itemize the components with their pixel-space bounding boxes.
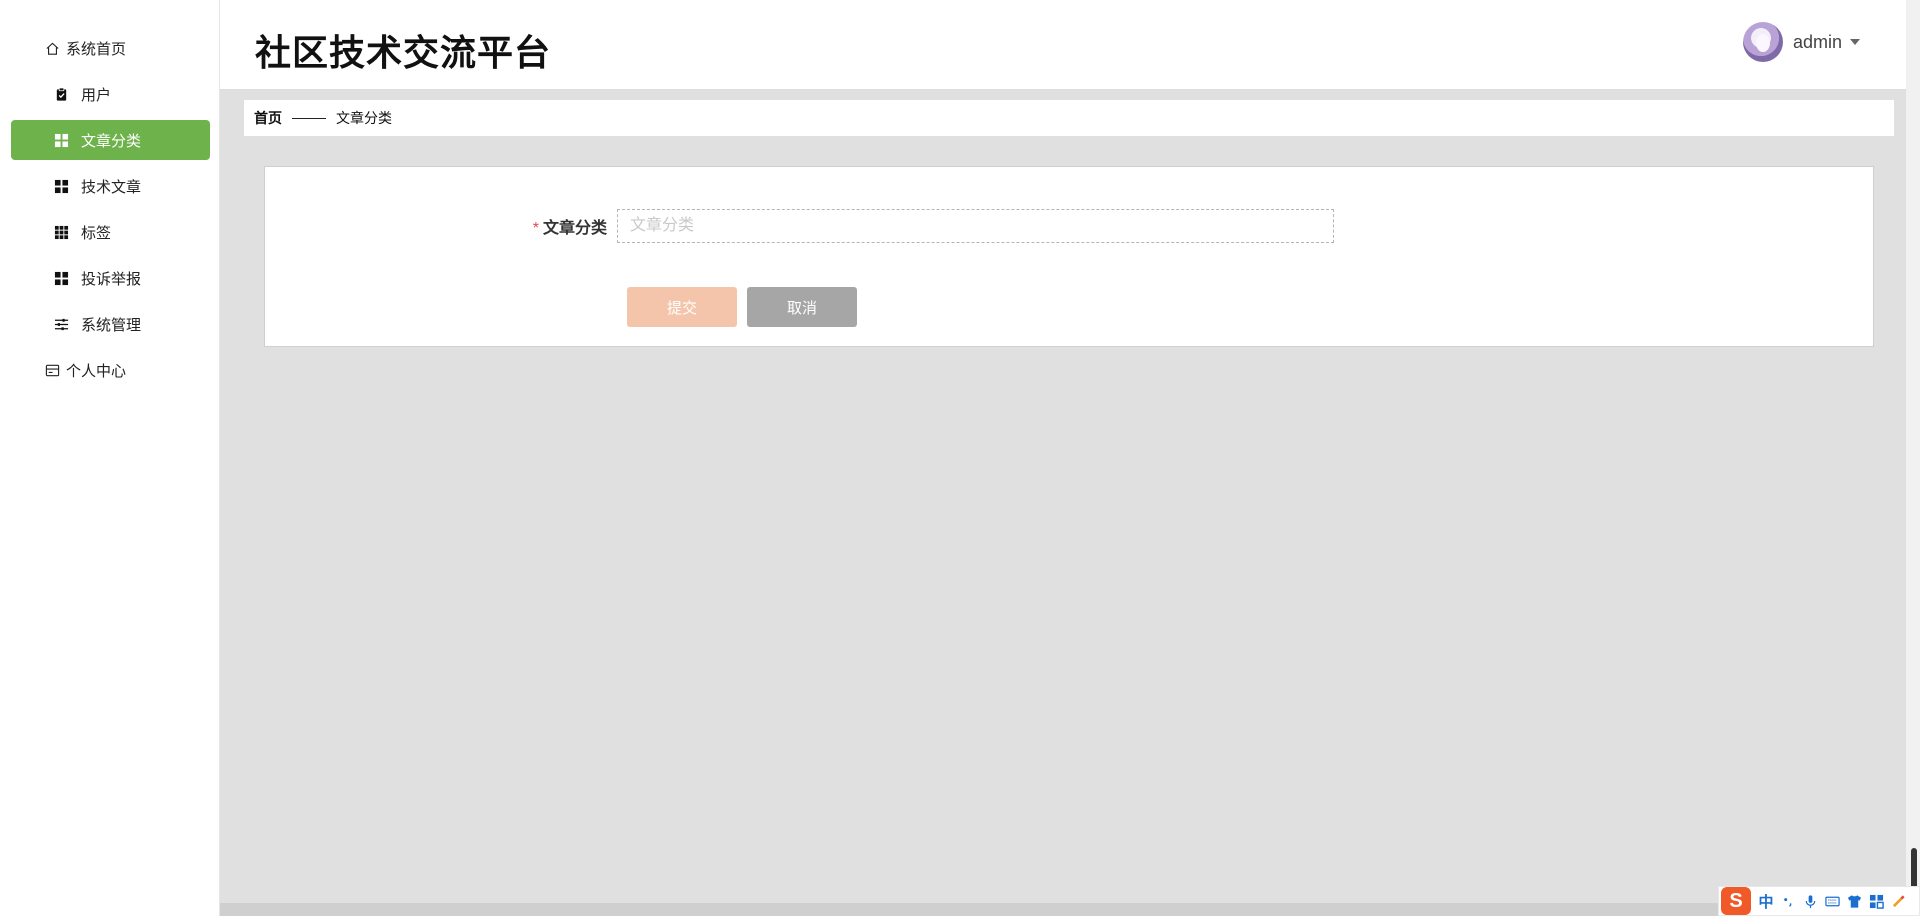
sidebar-item-personal-center[interactable]: 个人中心	[0, 350, 219, 390]
avatar	[1742, 22, 1783, 62]
microphone-icon[interactable]	[1799, 890, 1821, 912]
sidebar-item-users[interactable]: 用户	[0, 74, 219, 114]
sidebar-item-label: 系统管理	[81, 316, 142, 334]
card-icon	[44, 362, 60, 378]
category-label: * 文章分类	[265, 214, 617, 238]
sidebar-item-label: 用户	[81, 86, 112, 104]
sidebar-item-tags[interactable]: 标签	[0, 212, 219, 252]
top-header: 社区技术交流平台 admin	[220, 0, 1920, 90]
grid-icon	[53, 270, 69, 286]
sliders-icon	[53, 316, 69, 332]
grid-icon	[53, 132, 69, 148]
grid-icon	[53, 178, 69, 194]
skin-shirt-icon[interactable]	[1843, 890, 1865, 912]
sidebar-item-complaints[interactable]: 投诉举报	[0, 258, 219, 298]
sidebar-item-label: 文章分类	[81, 132, 142, 150]
breadcrumb-separator	[292, 117, 326, 119]
cancel-button[interactable]: 取消	[747, 287, 857, 327]
form-card: *文章分类 提交 取消	[264, 166, 1874, 347]
sidebar-menu: 系统首页 用户 文章分类 技术文章 标签 投诉举报 系统管理 个人中心	[0, 0, 219, 390]
submit-button[interactable]: 提交	[627, 287, 737, 327]
username: admin	[1792, 31, 1842, 52]
clipboard-icon	[53, 86, 69, 102]
punctuation-icon[interactable]	[1777, 890, 1799, 912]
required-mark: *	[532, 220, 539, 237]
app-title: 社区技术交流平台	[255, 32, 552, 73]
sidebar-item-label: 个人中心	[66, 362, 127, 380]
bottom-strip	[220, 903, 1920, 916]
keyboard-icon[interactable]	[1821, 890, 1843, 912]
breadcrumb-current: 文章分类	[336, 110, 392, 126]
category-label-text: 文章分类	[542, 220, 607, 237]
toolbox-grid-icon[interactable]	[1865, 890, 1887, 912]
sidebar-item-label: 技术文章	[81, 178, 142, 196]
form-actions: 提交 取消	[627, 287, 867, 327]
sidebar-item-label: 标签	[81, 224, 112, 242]
sidebar-item-home[interactable]: 系统首页	[0, 28, 219, 68]
breadcrumb-home[interactable]: 首页	[254, 108, 282, 128]
page-scrollbar[interactable]	[1906, 0, 1920, 916]
sidebar-item-label: 系统首页	[66, 40, 127, 58]
ime-logo[interactable]: S	[1721, 887, 1751, 915]
category-input[interactable]	[617, 209, 1334, 243]
sidebar-item-label: 投诉举报	[81, 270, 142, 288]
user-menu[interactable]: admin	[1742, 22, 1860, 62]
breadcrumb: 首页 文章分类	[244, 100, 1894, 136]
brush-icon[interactable]	[1887, 890, 1909, 912]
sidebar-item-article-category[interactable]: 文章分类	[11, 120, 210, 160]
form-row-category: * 文章分类	[265, 209, 1873, 243]
home-icon	[44, 40, 60, 56]
sidebar-item-tech-articles[interactable]: 技术文章	[0, 166, 219, 206]
caret-down-icon	[1850, 39, 1860, 45]
sidebar: 系统首页 用户 文章分类 技术文章 标签 投诉举报 系统管理 个人中心	[0, 0, 220, 916]
ime-mode-toggle[interactable]: 中	[1755, 890, 1777, 912]
grid-9-icon	[53, 224, 69, 240]
ime-toolbar: S 中	[1718, 886, 1920, 916]
sidebar-item-system-admin[interactable]: 系统管理	[0, 304, 219, 344]
